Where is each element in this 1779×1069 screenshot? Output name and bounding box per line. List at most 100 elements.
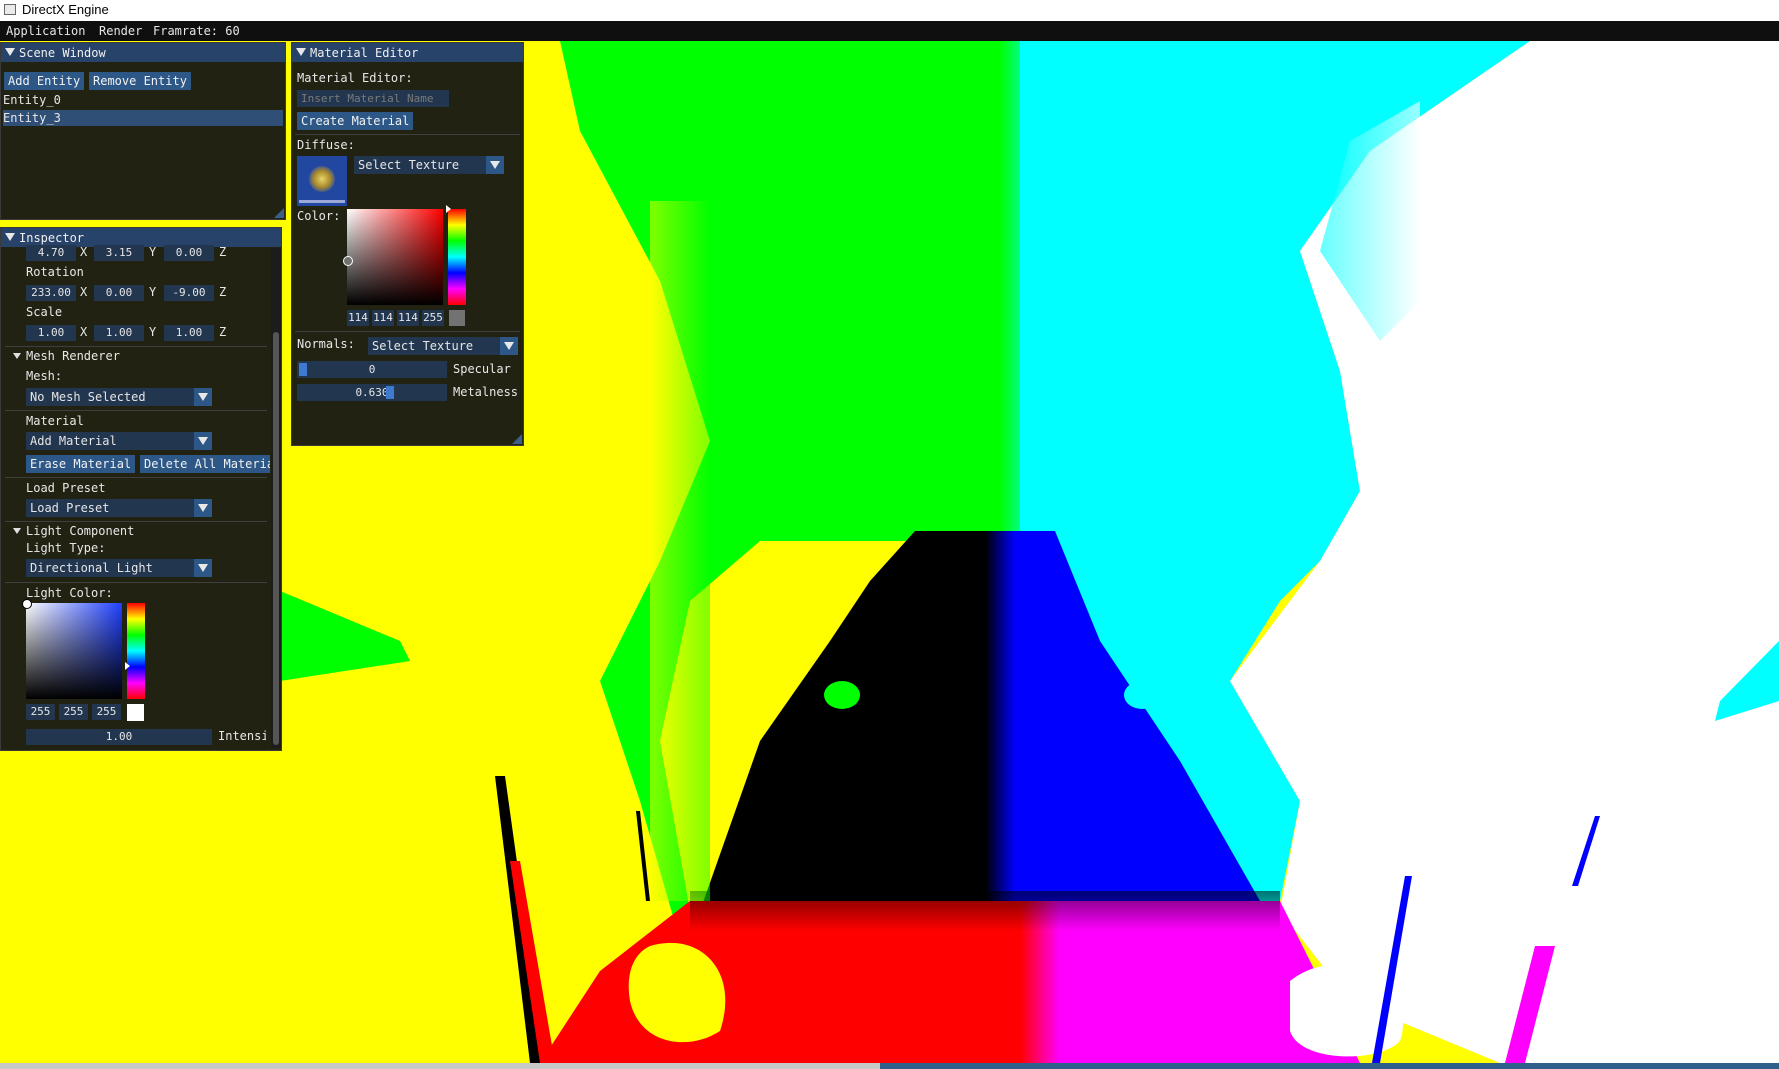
tree-expand-icon[interactable]: [13, 528, 21, 534]
chevron-down-icon[interactable]: [194, 559, 212, 577]
axis-y-label: Y: [149, 325, 157, 339]
color-picker-cursor[interactable]: [343, 256, 353, 266]
normals-texture-select[interactable]: Select Texture: [368, 337, 518, 355]
light-color-swatch[interactable]: [127, 704, 144, 721]
load-preset-value: Load Preset: [30, 501, 110, 515]
hue-marker-icon: [125, 662, 130, 670]
scrollbar-thumb[interactable]: [273, 332, 279, 745]
intensity-label: Intensi: [218, 729, 266, 743]
chevron-down-icon[interactable]: [194, 432, 212, 450]
rotation-x-field[interactable]: 233.00: [26, 285, 76, 301]
metalness-slider[interactable]: 0.630: [297, 384, 447, 401]
separator: [5, 477, 267, 478]
material-color-r-field[interactable]: 114: [347, 310, 369, 326]
light-type-value: Directional Light: [30, 561, 153, 575]
scale-y-field[interactable]: 1.00: [94, 325, 144, 341]
menu-render[interactable]: Render: [99, 24, 142, 38]
tree-expand-icon[interactable]: [13, 353, 21, 359]
color-label: Color:: [297, 209, 341, 223]
material-color-picker-square[interactable]: [347, 209, 443, 305]
entity-list-item-selected[interactable]: Entity_3: [3, 110, 283, 126]
material-select[interactable]: Add Material: [26, 432, 212, 450]
rotation-z-field[interactable]: -9.00: [164, 285, 214, 301]
axis-y-label: Y: [149, 285, 157, 299]
mesh-select[interactable]: No Mesh Selected: [26, 388, 212, 406]
window-title: DirectX Engine: [22, 2, 109, 17]
material-label: Material: [26, 414, 84, 428]
chevron-down-icon[interactable]: [194, 499, 212, 517]
erase-material-button[interactable]: Erase Material: [26, 455, 136, 473]
metalness-label: Metalness: [453, 385, 519, 399]
scale-z-field[interactable]: 1.00: [164, 325, 214, 341]
chevron-down-icon[interactable]: [500, 337, 518, 355]
light-color-r-field[interactable]: 255: [26, 704, 55, 720]
chevron-down-icon[interactable]: [486, 156, 504, 174]
light-type-label: Light Type:: [26, 541, 106, 555]
entity-list-item[interactable]: Entity_0: [3, 92, 283, 108]
create-material-button[interactable]: Create Material: [297, 112, 414, 130]
mesh-select-value: No Mesh Selected: [30, 390, 146, 404]
normals-label: Normals:: [297, 337, 355, 351]
light-color-picker-square[interactable]: [26, 603, 122, 699]
remove-entity-button[interactable]: Remove Entity: [89, 72, 191, 90]
rotation-label: Rotation: [26, 265, 84, 279]
collapse-arrow-icon[interactable]: [5, 233, 15, 241]
light-hue-slider[interactable]: [127, 603, 145, 699]
separator: [295, 134, 520, 135]
taskbar-highlight: [880, 1063, 1779, 1069]
scale-x-field[interactable]: 1.00: [26, 325, 76, 341]
separator: [5, 582, 267, 583]
material-color-g-field[interactable]: 114: [372, 310, 394, 326]
position-x-field[interactable]: 4.70: [26, 245, 76, 261]
light-type-select[interactable]: Directional Light: [26, 559, 212, 577]
metalness-value: 0.630: [355, 386, 389, 399]
light-component-header[interactable]: Light Component: [26, 524, 134, 538]
color-picker-cursor[interactable]: [22, 599, 32, 609]
position-z-field[interactable]: 0.00: [164, 245, 214, 261]
specular-slider[interactable]: 0: [297, 361, 447, 378]
material-editor-heading: Material Editor:: [297, 71, 413, 85]
axis-x-label: X: [80, 325, 88, 339]
scale-label: Scale: [26, 305, 63, 319]
material-name-input[interactable]: Insert Material Name: [297, 90, 449, 107]
menu-application[interactable]: Application: [6, 24, 85, 38]
material-editor-title: Material Editor: [310, 46, 419, 60]
light-color-label: Light Color:: [26, 586, 113, 600]
axis-z-label: Z: [219, 245, 227, 259]
scene-window-titlebar[interactable]: Scene Window: [1, 43, 285, 62]
diffuse-texture-preview[interactable]: [297, 156, 347, 206]
collapse-arrow-icon[interactable]: [296, 48, 306, 56]
delete-all-materials-button[interactable]: Delete All Materia: [140, 455, 270, 473]
material-hue-slider[interactable]: [448, 209, 466, 305]
app-icon: [4, 4, 16, 15]
rotation-y-field[interactable]: 0.00: [94, 285, 144, 301]
material-color-a-field[interactable]: 255: [422, 310, 444, 326]
load-preset-select[interactable]: Load Preset: [26, 499, 212, 517]
axis-x-label: X: [80, 245, 88, 259]
hue-marker-icon: [446, 205, 451, 213]
light-color-g-field[interactable]: 255: [59, 704, 88, 720]
inspector-window: Inspector 4.70 X 3.15 Y 0.00 Z Rotation …: [0, 227, 282, 751]
inspector-scrollbar[interactable]: [271, 248, 281, 748]
mesh-renderer-header[interactable]: Mesh Renderer: [26, 349, 120, 363]
material-color-swatch[interactable]: [449, 310, 465, 326]
collapse-arrow-icon[interactable]: [5, 48, 15, 56]
separator: [5, 346, 267, 347]
slider-grab[interactable]: [385, 386, 394, 399]
material-color-b-field[interactable]: 114: [397, 310, 419, 326]
slider-grab[interactable]: [299, 363, 307, 376]
material-select-value: Add Material: [30, 434, 117, 448]
light-color-b-field[interactable]: 255: [92, 704, 121, 720]
light-intensity-slider[interactable]: 1.00: [26, 729, 212, 745]
chevron-down-icon[interactable]: [194, 388, 212, 406]
position-y-field[interactable]: 3.15: [94, 245, 144, 261]
add-entity-button[interactable]: Add Entity: [4, 72, 85, 90]
axis-y-label: Y: [149, 245, 157, 259]
resize-grip-icon[interactable]: [512, 434, 522, 444]
material-editor-titlebar[interactable]: Material Editor: [292, 43, 523, 62]
diffuse-texture-select[interactable]: Select Texture: [354, 156, 504, 174]
inspector-title: Inspector: [19, 231, 85, 245]
separator: [5, 410, 267, 411]
diffuse-label: Diffuse:: [297, 138, 355, 152]
resize-grip-icon[interactable]: [274, 208, 284, 218]
